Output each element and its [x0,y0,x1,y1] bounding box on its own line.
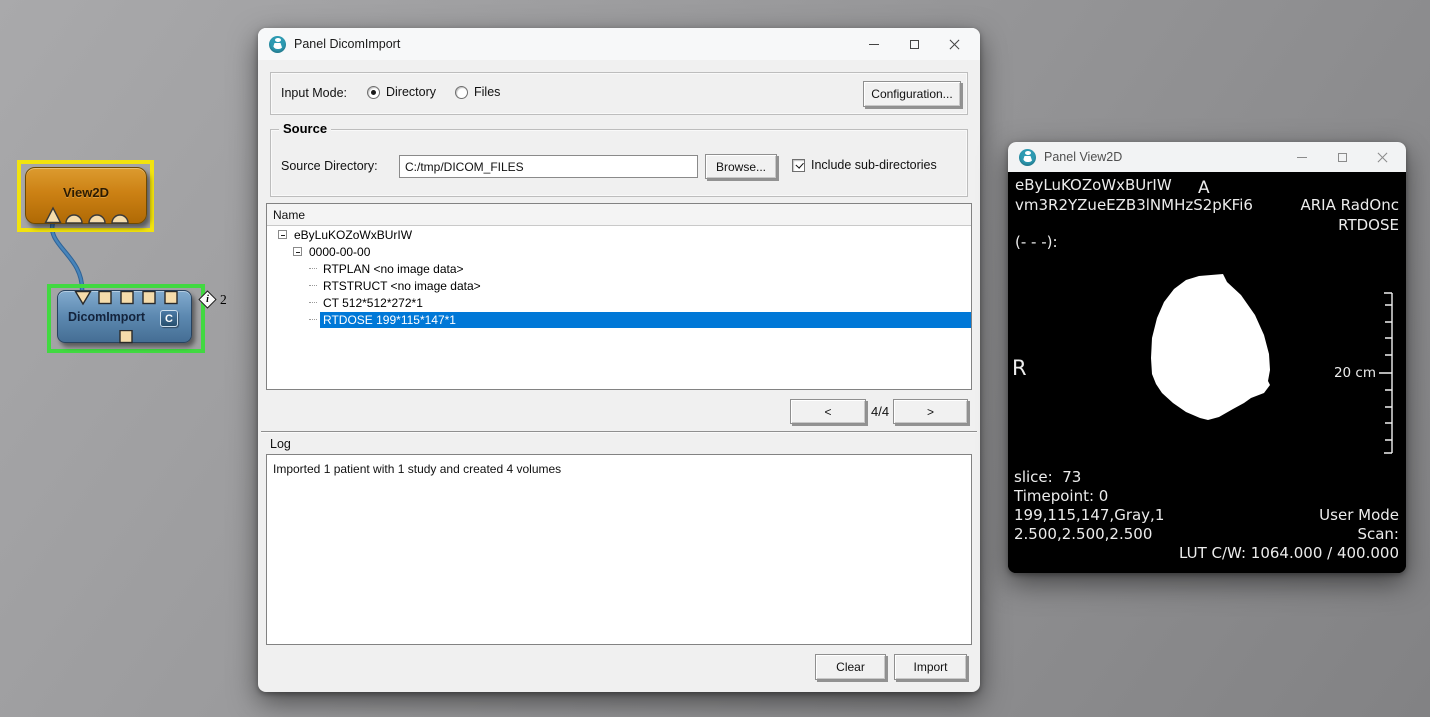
next-page-button[interactable]: > [893,399,968,424]
dose-contour [1151,274,1270,420]
vendor-overlay: ARIA RadOnc [1300,196,1399,214]
tree-branch-line [309,285,317,286]
source-group: Source Source Directory: C:/tmp/DICOM_FI… [270,129,968,197]
user-mode-overlay: User Mode [1319,506,1399,524]
study-id-overlay: vm3R2YZueEZB3lNMHzS2pKFi6 [1015,196,1253,214]
coords-overlay: (- - -): [1015,233,1058,251]
tree-row-ct[interactable]: CT 512*512*272*1 [267,294,971,311]
tree-branch-line [309,268,317,269]
tree-row-rtstruct[interactable]: RTSTRUCT <no image data> [267,277,971,294]
tree-row-patient[interactable]: eByLuKOZoWxBUrIW [267,226,971,243]
checkbox-icon[interactable] [792,159,805,172]
dimensions-overlay: 199,115,147,Gray,1 [1014,506,1164,524]
view2d-window-title: Panel View2D [1044,150,1122,164]
slice-viewer[interactable]: eByLuKOZoWxBUrIW A vm3R2YZueEZB3lNMHzS2p… [1008,172,1406,573]
info-count: 2 [220,292,227,308]
radio-directory-label: Directory [386,85,436,99]
spacing-overlay: 2.500,2.500,2.500 [1014,525,1152,543]
prev-page-button[interactable]: < [790,399,866,424]
radio-files-label: Files [474,85,500,99]
log-label: Log [270,437,291,451]
maximize-icon [1338,153,1347,162]
maximize-icon [910,40,919,49]
include-subdirectories-label: Include sub-directories [811,158,937,172]
close-button[interactable] [934,28,974,60]
include-subdirectories-checkbox[interactable]: Include sub-directories [792,158,937,172]
tree-row-rtdose[interactable]: RTDOSE 199*115*147*1 [267,311,971,328]
view2d-node-connectors[interactable] [26,206,148,224]
configuration-button[interactable]: Configuration... [863,81,961,107]
import-button[interactable]: Import [894,654,967,680]
reload-icon[interactable]: C [160,310,178,327]
view2d-node[interactable]: View2D [25,167,147,224]
lut-overlay: LUT C/W: 1064.000 / 400.000 [1179,544,1399,562]
slice-number-overlay: slice: 73 [1014,468,1081,486]
dicomimport-window-title: Panel DicomImport [294,37,400,51]
dicomimport-node-connector-bottom[interactable] [58,330,193,344]
source-group-label: Source [279,121,331,136]
splitter-handle[interactable] [261,431,977,433]
tree-branch-line [309,302,317,303]
radio-directory-icon[interactable] [367,86,380,99]
close-icon [1377,152,1388,163]
dicomimport-node[interactable]: DicomImport C [57,290,192,343]
tree-header-name[interactable]: Name [267,204,971,226]
mevislab-app-icon [269,36,286,53]
minimize-button[interactable] [854,28,894,60]
log-output[interactable]: Imported 1 patient with 1 study and crea… [266,454,972,645]
close-button[interactable] [1362,142,1402,172]
scale-label: 20 cm [1334,365,1376,381]
view2d-panel-window: Panel View2D eByLuKOZoWxBUrIW A vm3R2YZu… [1008,142,1406,573]
source-directory-input[interactable]: C:/tmp/DICOM_FILES [399,155,698,178]
tree-branch-line [309,319,317,320]
timepoint-overlay: Timepoint: 0 [1014,487,1108,505]
dicom-tree[interactable]: Name eByLuKOZoWxBUrIW 0000-00-00 RTPLAN … [266,203,972,390]
tree-row-study[interactable]: 0000-00-00 [267,243,971,260]
orientation-left-marker: R [1012,356,1027,380]
node-graph-canvas[interactable]: View2D DicomImport C i 2 [0,0,258,717]
page-counter: 4/4 [871,404,889,419]
scale-ruler [1379,293,1392,453]
input-mode-label: Input Mode: [281,86,347,100]
maximize-button[interactable] [894,28,934,60]
minimize-icon [1297,157,1307,158]
radio-directory[interactable]: Directory [367,85,436,99]
radio-files[interactable]: Files [455,85,500,99]
minimize-icon [869,44,879,45]
tree-row-rtplan[interactable]: RTPLAN <no image data> [267,260,971,277]
source-directory-label: Source Directory: [281,159,378,173]
browse-button[interactable]: Browse... [705,154,777,179]
radio-files-icon[interactable] [455,86,468,99]
minimize-button[interactable] [1282,142,1322,172]
scan-overlay: Scan: [1357,525,1399,543]
collapse-icon[interactable] [278,230,287,239]
modality-overlay: RTDOSE [1338,216,1399,234]
dicomimport-panel-window: Panel DicomImport Input Mode: Directory … [258,28,980,692]
clear-button[interactable]: Clear [815,654,886,680]
collapse-icon[interactable] [293,247,302,256]
input-mode-group: Input Mode: Directory Files Configuratio… [270,72,968,115]
mevislab-app-icon [1019,149,1036,166]
orientation-top-marker: A [1198,178,1210,198]
dicomimport-node-connectors-top[interactable] [58,290,193,306]
close-icon [949,39,960,50]
dicomimport-node-label: DicomImport [68,310,145,324]
maximize-button[interactable] [1322,142,1362,172]
view2d-node-label: View2D [26,185,146,200]
patient-id-overlay: eByLuKOZoWxBUrIW [1015,176,1172,194]
